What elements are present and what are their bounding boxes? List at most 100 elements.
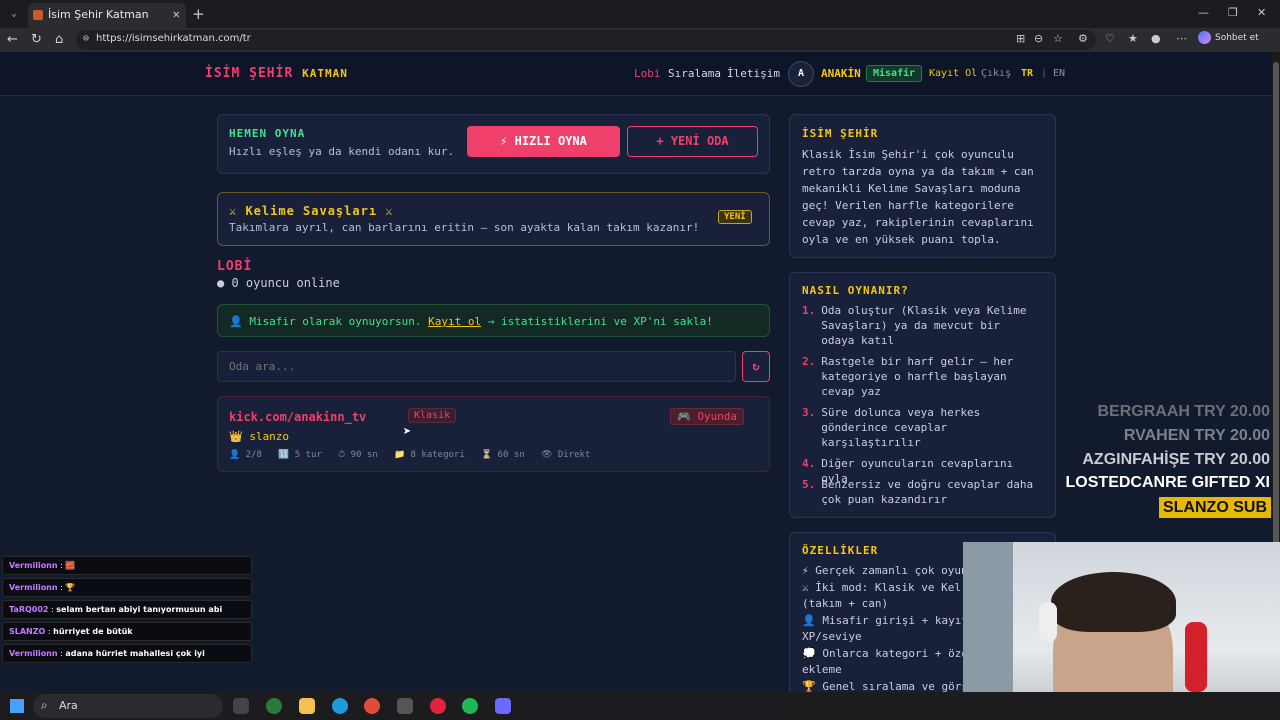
chat-user: Vermilionn: [9, 583, 58, 592]
new-tab-icon[interactable]: +: [192, 5, 205, 23]
nav-ranking[interactable]: Sıralama: [668, 67, 721, 80]
edge-icon[interactable]: [332, 698, 348, 714]
favorites-icon[interactable]: ★: [1128, 32, 1138, 45]
nav-contact[interactable]: İletişim: [727, 67, 780, 80]
chat-text: 🧱: [65, 561, 76, 570]
room-card[interactable]: kick.com/anakinn_tv Klasik 🎮 Oyunda 👑 sl…: [217, 396, 770, 472]
donation-entry: BERGRAAH TRY 20.00: [1097, 403, 1270, 421]
chrome-icon[interactable]: [364, 698, 380, 714]
more-menu-icon[interactable]: ⋯: [1176, 32, 1187, 45]
restore-icon[interactable]: ❐: [1228, 6, 1238, 19]
site-logo[interactable]: İSİM ŞEHİR KATMAN: [205, 66, 348, 81]
about-text: Klasik İsim Şehir'i çok oyunculu retro t…: [802, 148, 1034, 246]
tab-list-chevron-icon[interactable]: ⌄: [6, 6, 22, 22]
windows-start-icon[interactable]: [10, 699, 24, 713]
quickplay-desc: Hızlı eşleş ya da kendi odanı kur.: [229, 145, 455, 158]
reload-icon[interactable]: ↻: [31, 32, 42, 47]
home-icon[interactable]: ⌂: [55, 32, 63, 47]
nav-lobby[interactable]: Lobi: [634, 67, 661, 80]
tab-close-icon[interactable]: ✕: [173, 7, 180, 21]
app-icon[interactable]: [397, 698, 413, 714]
guest-notice-text: 👤 Misafir olarak oynuyorsun. Kayıt ol → …: [229, 315, 713, 328]
profile-icon[interactable]: ●: [1151, 32, 1161, 45]
back-icon[interactable]: ←: [7, 32, 18, 47]
lang-separator: |: [1041, 68, 1048, 79]
donation-amount: SUB: [1233, 499, 1267, 516]
site-info-icon[interactable]: ⊜: [83, 33, 89, 44]
chat-message: SLANZO : hürriyet de bütük: [2, 622, 252, 641]
stream-app-icon[interactable]: [495, 698, 511, 714]
guest-notice-pre: 👤 Misafir olarak oynuyorsun.: [229, 315, 422, 328]
chat-message: Vermilionn : 🧱: [2, 556, 252, 575]
url-text: https://isimsehirkatman.com/tr: [96, 33, 251, 44]
room-vote-time: ⏳ 60 sn: [481, 450, 525, 460]
step-text: Benzersiz ve doğru cevaplar daha çok pua…: [821, 478, 1034, 506]
logout-link[interactable]: Çıkış: [981, 68, 1011, 79]
avatar[interactable]: A: [788, 61, 814, 87]
favorite-star-icon[interactable]: ☆: [1053, 32, 1063, 45]
refresh-button[interactable]: ↻: [742, 351, 770, 382]
step-number: 2.: [802, 355, 816, 368]
performance-icon[interactable]: ♡: [1105, 32, 1115, 45]
howto-step-5: 5. Benzersiz ve doğru cevaplar daha çok p…: [802, 477, 1036, 507]
xbox-icon[interactable]: [266, 698, 282, 714]
chat-text: hürriyet de bütük: [53, 627, 133, 636]
about-card: İSİM ŞEHİR Klasik İsim Şehir'i çok oyunc…: [789, 114, 1056, 258]
step-number: 5.: [802, 478, 816, 491]
howto-step-2: 2. Rastgele bir harf gelir — her kategori…: [802, 354, 1036, 399]
site-favicon-icon: [33, 10, 43, 20]
word-wars-title: ⚔ Kelime Savaşları ⚔: [229, 204, 394, 218]
webcam-hair: [1051, 572, 1176, 632]
donor-name: BERGRAAH: [1097, 403, 1190, 420]
quick-play-button[interactable]: ⚡ HIZLI OYNA: [467, 126, 620, 157]
chat-user: SLANZO: [9, 627, 46, 636]
donation-entry: RVAHEN TRY 20.00: [1124, 427, 1270, 445]
logo-main: İSİM ŞEHİR: [205, 66, 294, 81]
search-icon: ⌕: [41, 698, 48, 712]
lang-tr[interactable]: TR: [1021, 68, 1033, 79]
window-close-icon[interactable]: ✕: [1257, 6, 1266, 19]
lang-en[interactable]: EN: [1053, 68, 1065, 79]
feature-item: 👤 Misafir girişi + kayıtl: [802, 613, 975, 627]
donation-amount: TRY 20.00: [1194, 451, 1270, 468]
reader-icon[interactable]: ⊞: [1016, 32, 1025, 45]
task-view-icon[interactable]: [233, 698, 249, 714]
room-search-input[interactable]: [217, 351, 736, 382]
media-player-icon[interactable]: [430, 698, 446, 714]
donor-name: AZGINFAHİŞE: [1082, 451, 1190, 468]
tab-title: İsim Şehir Katman: [48, 8, 149, 21]
file-explorer-icon[interactable]: [299, 698, 315, 714]
new-room-button[interactable]: + YENİ ODA: [627, 126, 758, 157]
howto-step-3: 3. Süre dolunca veya herkes gönderince ce…: [802, 405, 1036, 450]
donor-name: LOSTEDCANRE: [1065, 474, 1188, 491]
guest-badge: Misafir: [866, 65, 923, 82]
extensions-icon[interactable]: ⚙: [1078, 32, 1088, 45]
word-wars-card[interactable]: ⚔ Kelime Savaşları ⚔ Takımlara ayrıl, ca…: [217, 192, 770, 246]
minimize-icon[interactable]: —: [1198, 6, 1209, 19]
donation-amount: GIFTED XI: [1191, 474, 1270, 491]
chat-text: 🏆: [65, 583, 76, 592]
donation-entry: LOSTEDCANRE GIFTED XI: [1066, 474, 1270, 492]
features-title: ÖZELLİKLER: [802, 544, 879, 557]
address-bar[interactable]: ⊜ https://isimsehirkatman.com/tr: [76, 30, 1096, 50]
step-number: 3.: [802, 406, 816, 419]
spotify-icon[interactable]: [462, 698, 478, 714]
donation-entry: AZGINFAHİŞE TRY 20.00: [1082, 451, 1270, 469]
site-header: İSİM ŞEHİR KATMAN Lobi Sıralama İletişim…: [0, 52, 1272, 96]
chat-text: selam bertan abiyi tanıyormusun abi: [56, 605, 223, 614]
room-host: 👑 slanzo: [229, 430, 290, 443]
taskbar-search[interactable]: ⌕ Ara: [33, 694, 223, 718]
step-text: Süre dolunca veya herkes gönderince ceva…: [821, 406, 981, 449]
room-visibility: 👁 Direkt: [541, 450, 591, 460]
donation-amount: TRY 20.00: [1194, 427, 1270, 444]
browser-tab[interactable]: İsim Şehir Katman ✕: [28, 3, 186, 28]
room-name[interactable]: kick.com/anakinn_tv: [229, 410, 366, 424]
zoom-icon[interactable]: ⊖: [1034, 32, 1043, 45]
copilot-button[interactable]: Sohbet et: [1198, 31, 1259, 44]
chat-user: Vermilionn: [9, 649, 58, 658]
copilot-label: Sohbet et: [1215, 33, 1259, 43]
logo-sub: KATMAN: [302, 67, 348, 80]
register-link[interactable]: Kayıt Ol: [929, 68, 977, 79]
register-notice-link[interactable]: Kayıt ol: [428, 315, 481, 328]
new-badge: YENİ: [718, 210, 752, 224]
